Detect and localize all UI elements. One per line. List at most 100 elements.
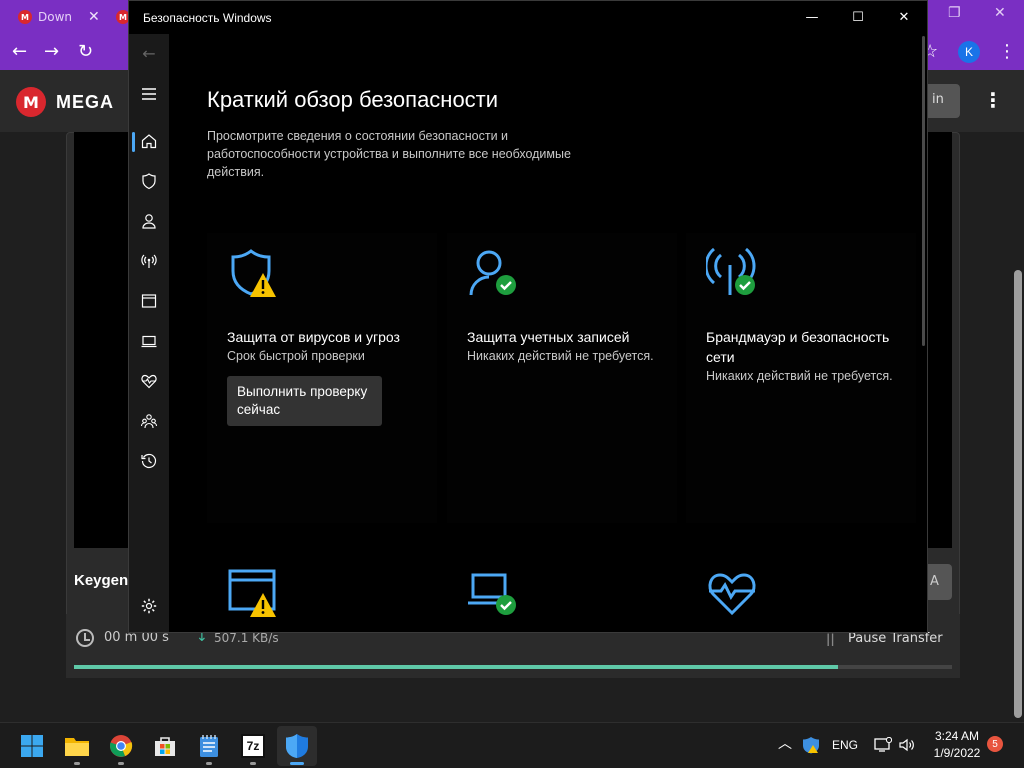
store-icon [155,737,175,756]
minimize-button[interactable]: — [789,1,835,34]
browser-menu-icon[interactable]: ⋮ [998,42,1016,62]
card-firewall[interactable]: Брандмауэр и безопасность сети Никаких д… [686,233,916,523]
nav-item-app-browser-control[interactable] [129,284,169,318]
clock-date[interactable]: 1/9/2022 [926,746,988,760]
more-options-icon[interactable]: ⋮ [983,90,1003,110]
nav-item-device-security[interactable] [129,324,169,358]
notification-badge[interactable]: 5 [987,736,1003,752]
close-icon: ✕ [898,10,910,25]
download-button[interactable]: A [924,564,952,600]
maximize-button[interactable]: ☐ [835,1,881,34]
taskbar-store[interactable] [145,726,185,766]
taskbar-file-explorer[interactable] [57,726,97,766]
page-scrollbar-thumb[interactable] [1014,270,1022,718]
security-scrollbar-thumb[interactable] [922,36,925,346]
windows-security-window: Безопасность Windows — ☐ ✕ ← Краткий обз… [128,0,928,633]
nav-item-device-health[interactable] [129,364,169,398]
settings-icon [141,598,157,614]
card-app-browser-control[interactable] [207,567,437,632]
pause-transfer-button[interactable]: Pause Transfer [848,631,943,646]
quick-scan-button[interactable]: Выполнить проверку сейчас [227,376,382,426]
nav-item-firewall[interactable] [129,244,169,278]
security-main-content: Краткий обзор безопасности Просмотрите с… [169,34,926,632]
language-indicator[interactable]: ENG [832,738,858,752]
running-indicator [74,762,80,765]
running-indicator [290,762,304,765]
card-account-protection[interactable]: Защита учетных записей Никаких действий … [447,233,677,523]
start-icon [21,735,43,757]
nav-item-settings[interactable] [129,589,169,623]
mega-logo-icon: M [16,87,46,117]
page-title: Краткий обзор безопасности [207,87,499,112]
running-indicator [250,762,256,765]
nav-item-home[interactable] [129,124,169,158]
close-button[interactable]: ✕ [881,1,927,34]
taskbar-notepad[interactable] [189,726,229,766]
card-title: Защита от вирусов и угроз [227,329,400,345]
app-browser-icon [141,294,157,308]
minimize-icon: — [805,10,819,25]
back-button[interactable]: ← [129,36,169,70]
network-icon[interactable] [874,737,892,753]
browser-tab-active[interactable]: M Down ✕ [0,0,104,34]
security-nav-rail: ← [129,34,169,632]
taskbar-7zip[interactable]: 7z [233,726,273,766]
clock-time[interactable]: 3:24 AM [932,729,982,743]
profile-avatar[interactable]: K [958,41,980,63]
back-arrow-icon: ← [142,43,156,63]
start-button[interactable] [12,726,52,766]
laptop-icon [141,335,157,348]
pause-icon[interactable]: || [826,632,835,646]
file-explorer-icon [65,738,89,756]
family-icon [140,414,158,429]
card-virus-protection[interactable]: Защита от вирусов и угроз Срок быстрой п… [207,233,437,523]
notepad-icon [200,735,218,757]
person-icon [142,214,156,229]
browser-back-icon[interactable]: ← [12,42,27,62]
7zip-icon: 7z [241,734,265,758]
transfer-speed: 507.1 KB/s [214,631,279,645]
card-title: Защита учетных записей [467,329,630,345]
browser-restore-icon[interactable]: ❐ [948,5,961,21]
browser-reload-icon[interactable]: ↻ [78,42,93,62]
card-subtitle: Срок быстрой проверки [227,349,365,363]
nav-item-family-options[interactable] [129,404,169,438]
card-subtitle: Никаких действий не требуется. [706,369,893,383]
browser-close-icon[interactable]: ✕ [994,5,1006,21]
nav-menu-button[interactable] [129,77,169,111]
windows-security-icon [286,734,308,758]
page-description: Просмотрите сведения о состоянии безопас… [207,129,571,179]
home-icon [141,134,157,149]
laptop-check-icon [468,573,516,615]
file-name: Keygen. [74,572,133,589]
antenna-check-icon [706,247,756,295]
card-device-health[interactable] [686,567,916,632]
heart-pulse-icon [708,573,756,616]
card-device-security[interactable] [447,567,677,632]
history-icon [141,453,157,469]
chrome-icon [110,735,133,757]
browser-forward-icon[interactable]: → [44,42,59,62]
card-title: Брандмауэр и безопасность сети [706,329,890,365]
transfer-progress-bar [74,665,952,669]
shield-warning-icon [231,249,276,297]
nav-item-account-protection[interactable] [129,204,169,238]
nav-item-protection-history[interactable] [129,444,169,478]
taskbar: 7z [0,722,1024,768]
window-titlebar[interactable]: Безопасность Windows — ☐ ✕ [129,1,927,34]
card-subtitle: Никаких действий не требуется. [467,349,654,363]
nav-item-virus-protection[interactable] [129,164,169,198]
clock-icon [76,629,94,647]
taskbar-windows-security[interactable] [277,726,317,766]
mega-logo[interactable]: M MEGA [16,87,114,117]
tray-security-icon[interactable] [802,736,820,754]
antenna-icon [141,254,157,268]
heart-pulse-icon [141,374,157,389]
app-browser-warning-icon [228,569,276,617]
tray-overflow-icon[interactable]: ︿ [778,733,792,753]
mega-favicon-icon: M [18,10,32,24]
volume-icon[interactable] [898,737,916,753]
hamburger-icon [142,88,156,100]
mega-logo-text: MEGA [56,91,114,112]
taskbar-chrome[interactable] [101,726,141,766]
